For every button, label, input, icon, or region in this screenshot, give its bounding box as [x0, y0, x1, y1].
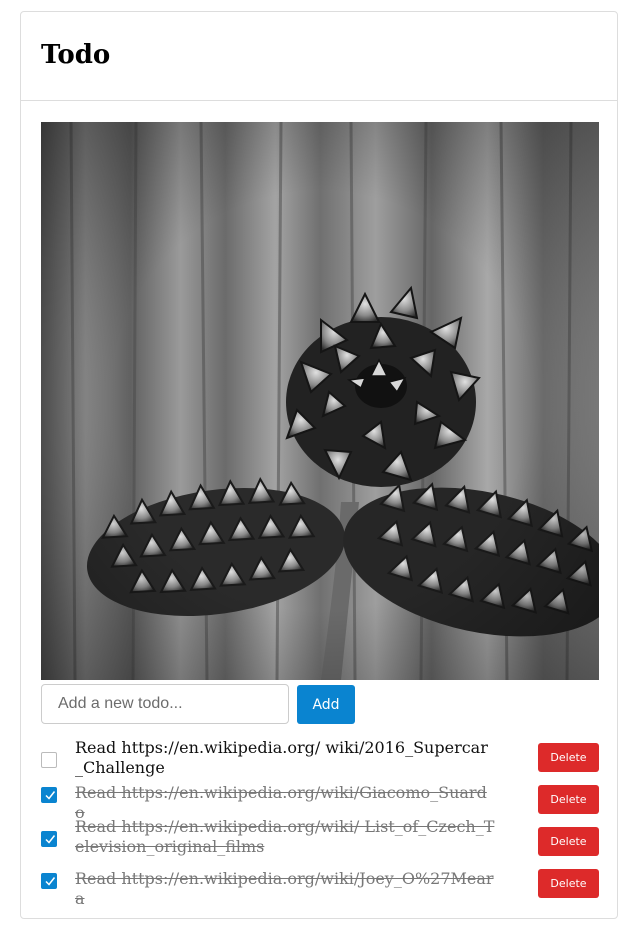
page-title: Todo: [41, 40, 111, 70]
todo-text: Read https://en.wikipedia.org/wiki/Joey_…: [75, 869, 494, 908]
todo-checkbox[interactable]: [41, 787, 57, 803]
todo-text: Read https://en.wikipedia.org/ wiki/2016…: [75, 738, 488, 777]
todo-item: Read https://en.wikipedia.org/wiki/ List…: [41, 817, 599, 860]
delete-button[interactable]: Delete: [538, 827, 599, 856]
new-todo-input[interactable]: [41, 684, 289, 724]
add-button[interactable]: Add: [297, 685, 355, 724]
todo-item: Read https://en.wikipedia.org/wiki/Giaco…: [41, 776, 599, 822]
todo-checkbox[interactable]: [41, 752, 57, 768]
card-header: Todo: [21, 12, 617, 101]
todo-text: Read https://en.wikipedia.org/wiki/ List…: [75, 817, 495, 856]
todo-item: Read https://en.wikipedia.org/wiki/Joey_…: [41, 860, 599, 908]
todo-card: Todo Add a new todo... Add Read https://…: [20, 11, 618, 919]
check-icon: [45, 791, 56, 800]
delete-button[interactable]: Delete: [538, 869, 599, 898]
todo-checkbox[interactable]: [41, 831, 57, 847]
add-todo-row: Add: [41, 684, 599, 724]
todo-checkbox[interactable]: [41, 873, 57, 889]
check-icon: [45, 835, 56, 844]
hero-image: [41, 122, 599, 680]
todo-item: Read https://en.wikipedia.org/ wiki/2016…: [41, 734, 599, 777]
delete-button[interactable]: Delete: [538, 743, 599, 772]
todo-list: Read https://en.wikipedia.org/ wiki/2016…: [41, 734, 599, 908]
check-icon: [45, 877, 56, 886]
delete-button[interactable]: Delete: [538, 785, 599, 814]
